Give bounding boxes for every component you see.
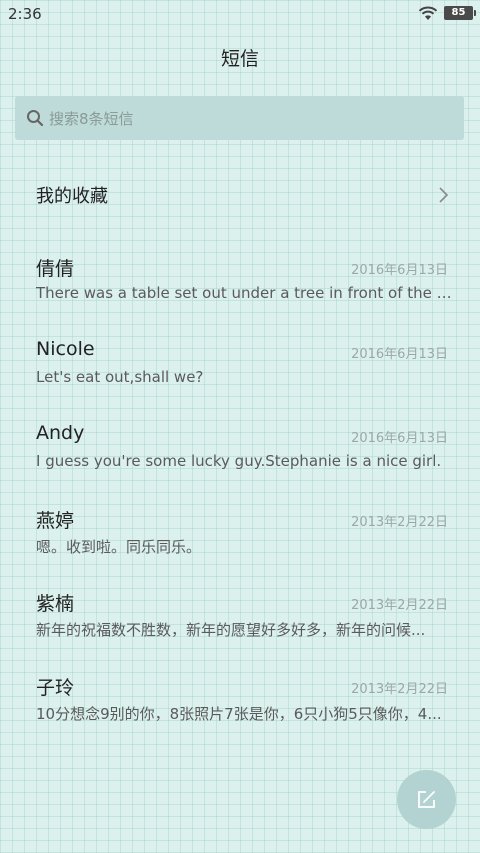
battery-indicator: 85 xyxy=(444,6,476,20)
message-preview: 新年的祝福数不胜数，新年的愿望好多好多，新年的问候... xyxy=(36,621,426,639)
compose-icon xyxy=(418,791,435,808)
message-preview: I guess you're some lucky guy.Stephanie … xyxy=(36,452,442,470)
search-input[interactable]: 搜索8条短信 xyxy=(15,96,464,140)
message-preview: There was a table set out under a tree i… xyxy=(36,284,454,302)
search-placeholder: 搜索8条短信 xyxy=(49,110,134,128)
message-preview: Let's eat out,shall we? xyxy=(36,368,204,386)
message-sender: 紫楠 xyxy=(36,593,75,615)
message-date: 2016年6月13日 xyxy=(351,263,448,278)
message-preview: 10分想念9别的你，8张照片7张是你，6只小狗5只像你，4... xyxy=(36,705,442,723)
message-item[interactable]: 子玲 2013年2月22日 10分想念9别的你，8张照片7张是你，6只小狗5只像… xyxy=(0,673,480,743)
message-preview: 嗯。收到啦。同乐同乐。 xyxy=(36,538,202,556)
chevron-right-icon xyxy=(439,187,449,203)
message-item[interactable]: 燕婷 2013年2月22日 嗯。收到啦。同乐同乐。 xyxy=(0,506,480,576)
message-sender: Andy xyxy=(36,422,85,444)
status-bar: 2:36 85 xyxy=(0,0,480,28)
message-item[interactable]: Andy 2016年6月13日 I guess you're some luck… xyxy=(0,422,480,492)
compose-button[interactable] xyxy=(397,770,456,829)
message-date: 2013年2月22日 xyxy=(351,515,448,530)
message-item[interactable]: 紫楠 2013年2月22日 新年的祝福数不胜数，新年的愿望好多好多，新年的问候.… xyxy=(0,589,480,659)
message-sender: 燕婷 xyxy=(36,510,75,532)
search-icon xyxy=(27,110,44,127)
message-date: 2016年6月13日 xyxy=(351,347,448,362)
message-date: 2016年6月13日 xyxy=(351,431,448,446)
page-title: 短信 xyxy=(220,48,259,70)
message-date: 2013年2月22日 xyxy=(351,598,448,613)
favorites-row[interactable]: 我的收藏 xyxy=(0,170,480,220)
message-sender: Nicole xyxy=(36,338,95,360)
status-time: 2:36 xyxy=(8,5,42,23)
message-item[interactable]: Nicole 2016年6月13日 Let's eat out,shall we… xyxy=(0,338,480,408)
favorites-label: 我的收藏 xyxy=(36,186,108,207)
wifi-icon xyxy=(418,6,438,20)
message-sender: 倩倩 xyxy=(36,258,75,280)
message-item[interactable]: 倩倩 2016年6月13日 There was a table set out … xyxy=(0,254,480,324)
message-date: 2013年2月22日 xyxy=(351,682,448,697)
message-sender: 子玲 xyxy=(36,677,75,699)
